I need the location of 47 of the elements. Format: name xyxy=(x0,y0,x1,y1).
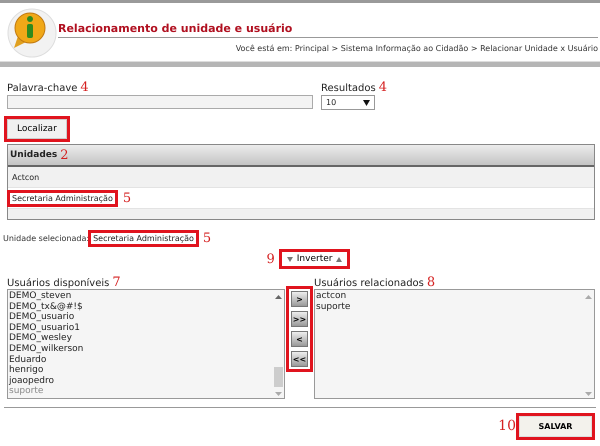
callout-number: 4 xyxy=(378,81,387,94)
invert-button[interactable]: Inverter xyxy=(282,252,348,266)
callout-number: 8 xyxy=(426,276,436,289)
callout-number: 9 xyxy=(266,252,275,266)
transfer-button[interactable]: > xyxy=(291,291,308,307)
unit-name: Actcon xyxy=(11,172,40,182)
list-item[interactable]: joaopedro xyxy=(8,376,273,386)
list-item[interactable]: actcon xyxy=(315,291,583,302)
breadcrumb: Você está em: Principal > Sistema Informação ao Cidadão > Relacionar Unidade x Usuário xyxy=(236,44,598,53)
transfer-button[interactable]: << xyxy=(291,351,308,367)
callout-number: 7 xyxy=(112,276,121,289)
list-item[interactable]: henrigo xyxy=(8,365,273,376)
save-button[interactable]: SALVAR xyxy=(519,416,592,437)
page-title: Relacionamento de unidade e usuário xyxy=(58,8,598,38)
list-item[interactable]: suporte xyxy=(315,302,583,312)
list-item[interactable]: DEMO_usuario xyxy=(8,312,273,323)
unit-name: Secretaria Administração xyxy=(10,192,115,204)
related-users-list[interactable]: actcon suporte xyxy=(314,289,595,399)
table-row[interactable]: Secretaria Administração 5 xyxy=(8,188,594,209)
dropdown-arrow-icon xyxy=(363,100,370,106)
list-item[interactable]: DEMO_wilkerson xyxy=(8,344,273,355)
keyword-input[interactable] xyxy=(7,95,313,109)
info-icon xyxy=(6,6,58,58)
callout-number: 5 xyxy=(202,232,212,245)
results-select[interactable]: 10 xyxy=(321,95,375,110)
callout-number: 2 xyxy=(60,148,69,162)
callout-number: 10 xyxy=(498,420,516,433)
column-header: Unidades xyxy=(10,150,58,160)
find-button[interactable]: Localizar xyxy=(7,119,67,139)
list-item[interactable]: DEMO_wesley xyxy=(8,333,273,344)
selected-unit-label: Unidade selecionada: xyxy=(3,234,90,243)
up-triangle-icon xyxy=(336,256,342,262)
list-item[interactable]: DEMO_steven xyxy=(8,291,273,302)
list-item[interactable]: DEMO_tx&@#!$ xyxy=(8,302,273,312)
list-label: Usuários disponíveis xyxy=(7,278,110,289)
callout-number: 5 xyxy=(122,192,132,204)
table-row[interactable]: Actcon xyxy=(8,167,594,188)
list-label: Usuários relacionados xyxy=(314,278,424,289)
transfer-button[interactable]: < xyxy=(291,331,308,347)
callout-number: 4 xyxy=(80,81,89,94)
field-label: Palavra-chave xyxy=(7,83,78,94)
transfer-button[interactable]: >> xyxy=(291,311,308,327)
list-item[interactable]: DEMO_usuario1 xyxy=(8,322,273,334)
list-item[interactable]: Eduardo xyxy=(8,354,273,366)
down-triangle-icon xyxy=(286,256,293,262)
field-label: Resultados xyxy=(321,83,376,94)
selected-unit-value: Secretaria Administração xyxy=(91,233,196,244)
